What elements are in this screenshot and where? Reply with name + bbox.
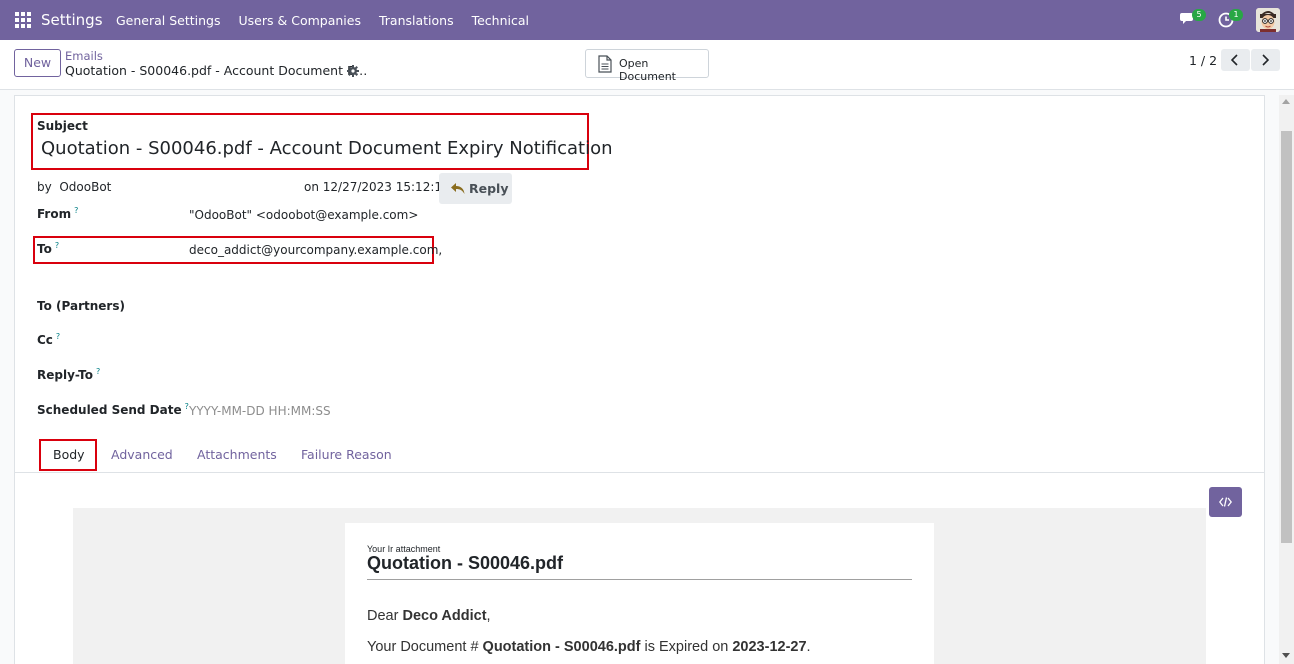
menu-technical[interactable]: Technical	[472, 13, 529, 28]
main-menu: General Settings Users & Companies Trans…	[116, 13, 547, 28]
activities-badge: 1	[1229, 9, 1243, 21]
control-panel: New Emails Quotation - S00046.pdf - Acco…	[0, 40, 1294, 90]
document-icon	[598, 55, 612, 73]
date-text: on 12/27/2023 15:12:16	[304, 180, 450, 194]
scrollbar-thumb[interactable]	[1281, 131, 1292, 543]
from-label: From?	[37, 206, 79, 221]
to-label: To?	[37, 241, 60, 256]
app-name[interactable]: Settings	[41, 11, 103, 29]
pager-previous-button[interactable]	[1221, 49, 1250, 71]
reply-to-label: Reply-To?	[37, 367, 101, 382]
messages-badge: 5	[1192, 9, 1206, 21]
user-avatar[interactable]	[1256, 8, 1280, 32]
email-title: Quotation - S00046.pdf	[367, 553, 564, 573]
breadcrumb-emails[interactable]: Emails	[65, 49, 103, 63]
tab-failure-reason[interactable]: Failure Reason	[301, 447, 392, 462]
email-body-card[interactable]: Your Ir attachment Quotation - S00046.pd…	[345, 523, 934, 664]
to-field[interactable]: deco_addict@yourcompany.example.com,	[189, 243, 442, 257]
email-greeting: Dear Deco Addict,	[367, 608, 491, 624]
breadcrumb-current-record: Quotation - S00046.pdf - Account Documen…	[65, 63, 368, 78]
code-icon	[1219, 497, 1232, 507]
body-tab-highlight-box	[39, 439, 97, 471]
tab-attachments[interactable]: Attachments	[197, 447, 277, 462]
author-name[interactable]: OdooBot	[59, 180, 111, 194]
email-expiry-line: Your Document # Quotation - S00046.pdf i…	[367, 639, 811, 655]
scroll-down-icon[interactable]	[1282, 653, 1290, 658]
reply-to-field[interactable]	[189, 364, 589, 386]
apps-menu-icon[interactable]	[15, 12, 31, 28]
page-scrollbar[interactable]	[1279, 95, 1294, 664]
from-field[interactable]: "OdooBot" <odoobot@example.com>	[189, 208, 418, 222]
author-line: by OdooBot	[37, 180, 111, 194]
notebook-tabs: Body Advanced Attachments Failure Reason	[15, 437, 1264, 473]
pager-value[interactable]: 1 / 2	[1189, 53, 1217, 68]
code-view-button[interactable]	[1209, 487, 1242, 517]
scroll-up-icon[interactable]	[1282, 99, 1290, 104]
open-document-button[interactable]: Open Document	[585, 49, 709, 83]
chevron-right-icon	[1262, 54, 1269, 66]
menu-general-settings[interactable]: General Settings	[116, 13, 221, 28]
cc-label: Cc?	[37, 332, 61, 347]
email-divider	[367, 579, 912, 580]
cc-field[interactable]	[189, 329, 589, 351]
tab-advanced[interactable]: Advanced	[111, 447, 173, 462]
open-document-label: Open Document	[619, 57, 676, 83]
top-navbar: Settings General Settings Users & Compan…	[0, 0, 1294, 40]
scheduled-date-label: Scheduled Send Date?	[37, 402, 189, 417]
subject-field[interactable]: Quotation - S00046.pdf - Account Documen…	[41, 138, 613, 159]
reply-label: Reply	[469, 181, 509, 196]
menu-users-companies[interactable]: Users & Companies	[239, 13, 361, 28]
reply-button[interactable]: Reply	[439, 173, 512, 204]
new-button[interactable]: New	[14, 49, 61, 77]
pager-next-button[interactable]	[1251, 49, 1280, 71]
to-partners-field[interactable]	[189, 296, 589, 318]
scheduled-date-field[interactable]: YYYY-MM-DD HH:MM:SS	[189, 404, 331, 418]
menu-translations[interactable]: Translations	[379, 13, 454, 28]
to-partners-label: To (Partners)	[37, 299, 125, 313]
subject-label: Subject	[37, 119, 88, 133]
by-prefix: by	[37, 180, 52, 194]
reply-arrow-icon	[451, 183, 465, 194]
gear-icon[interactable]	[347, 65, 359, 77]
chevron-left-icon	[1231, 54, 1238, 66]
